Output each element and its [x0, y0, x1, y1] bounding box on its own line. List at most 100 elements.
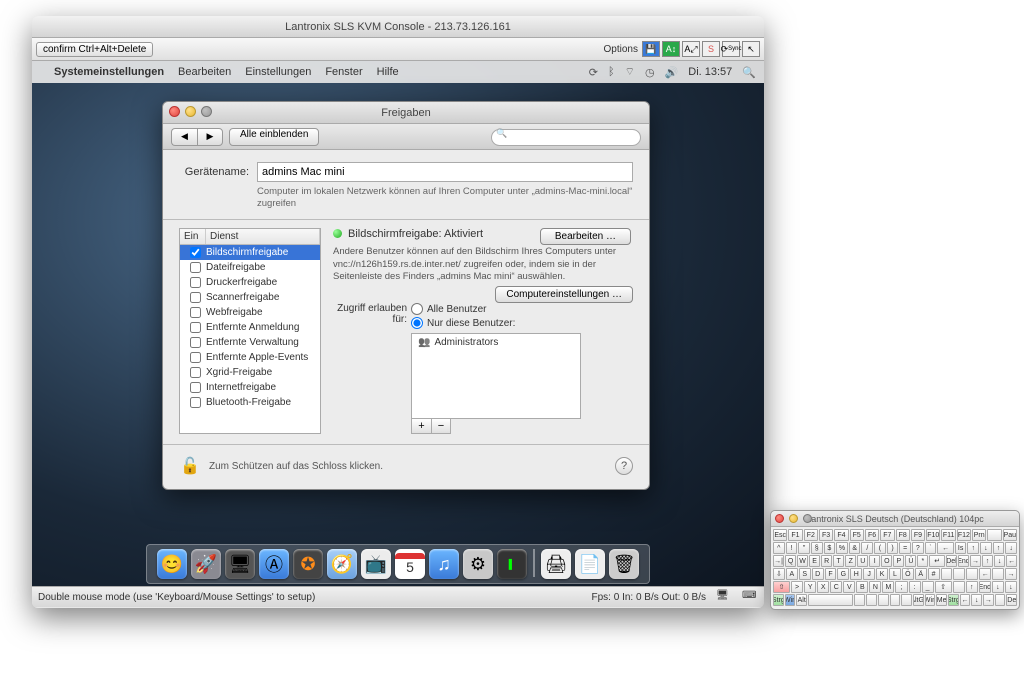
dock-mission-control[interactable]: 🖥	[225, 549, 255, 579]
key[interactable]: ^	[773, 542, 785, 554]
key[interactable]: ←	[979, 568, 991, 580]
key[interactable]: F11	[941, 529, 955, 541]
service-row[interactable]: Scannerfreigabe	[180, 290, 320, 305]
radio-all-users[interactable]	[411, 303, 423, 315]
service-row[interactable]: Bildschirmfreigabe	[180, 245, 320, 260]
key[interactable]: ;	[895, 581, 907, 593]
key[interactable]	[966, 568, 978, 580]
key[interactable]: N	[869, 581, 881, 593]
key[interactable]: →	[970, 555, 981, 567]
zoom-icon[interactable]	[803, 514, 812, 523]
dock-appstore[interactable]: Ⓐ	[259, 549, 289, 579]
dock-finder[interactable]: 😊	[157, 549, 187, 579]
key[interactable]: F10	[926, 529, 940, 541]
show-all-button[interactable]: Alle einblenden	[229, 128, 319, 146]
minimize-icon[interactable]	[185, 106, 196, 117]
key[interactable]: B	[856, 581, 868, 593]
dock-trash[interactable]: 🗑	[609, 549, 639, 579]
dock-printers[interactable]: 🖨	[541, 549, 571, 579]
key[interactable]: ↓	[994, 555, 1005, 567]
key[interactable]: _	[922, 581, 934, 593]
volume-icon[interactable]: 🔊	[665, 66, 679, 79]
key[interactable]: =	[899, 542, 911, 554]
device-icon[interactable]: A↕	[662, 41, 680, 57]
confirm-cad-button[interactable]: confirm Ctrl+Alt+Delete	[36, 42, 153, 57]
key[interactable]: ⇧	[773, 581, 790, 593]
key[interactable]: →	[1005, 568, 1017, 580]
key[interactable]: Q	[785, 555, 796, 567]
key[interactable]: Alt	[796, 594, 807, 606]
service-row[interactable]: Internetfreigabe	[180, 380, 320, 395]
edit-button[interactable]: Bearbeiten …	[540, 228, 631, 245]
help-button[interactable]: ?	[615, 457, 633, 475]
key[interactable]: F3	[819, 529, 833, 541]
key[interactable]: (	[874, 542, 886, 554]
add-user-button[interactable]: +	[411, 418, 431, 434]
service-checkbox[interactable]	[190, 367, 201, 378]
key[interactable]: →	[983, 594, 994, 606]
key[interactable]	[901, 594, 912, 606]
key[interactable]: S	[799, 568, 811, 580]
key[interactable]: V	[843, 581, 855, 593]
key[interactable]: $	[824, 542, 836, 554]
service-checkbox[interactable]	[190, 247, 201, 258]
timemachine-icon[interactable]: ◷	[645, 66, 655, 79]
service-checkbox[interactable]	[190, 307, 201, 318]
radio-these-users[interactable]	[411, 317, 423, 329]
close-icon[interactable]	[775, 514, 784, 523]
key[interactable]: →|	[773, 555, 784, 567]
resync-icon[interactable]: ⟳Sync	[722, 41, 740, 57]
key[interactable]	[953, 581, 965, 593]
key[interactable]: F8	[896, 529, 910, 541]
key[interactable]	[987, 529, 1001, 541]
key[interactable]: "	[798, 542, 810, 554]
key[interactable]: *	[917, 555, 928, 567]
key[interactable]	[878, 594, 889, 606]
lock-icon[interactable]: 🔓	[179, 455, 201, 477]
key[interactable]: U	[857, 555, 868, 567]
dock-terminal[interactable]: ▌	[497, 549, 527, 579]
users-list[interactable]: Administrators	[411, 333, 581, 419]
key[interactable]: L	[889, 568, 901, 580]
menubar-app[interactable]: Systemeinstellungen	[54, 66, 164, 78]
forward-button[interactable]: ▶	[197, 128, 223, 146]
key[interactable]: X	[817, 581, 829, 593]
key[interactable]: De	[1006, 594, 1017, 606]
key[interactable]: ↵	[929, 555, 945, 567]
key[interactable]: F2	[804, 529, 818, 541]
dock-itunes[interactable]: ♫	[429, 549, 459, 579]
monitor-icon[interactable]: 🖥	[716, 590, 732, 604]
device-name-input[interactable]	[257, 162, 633, 182]
key[interactable]: W	[797, 555, 808, 567]
key[interactable]: AltGr	[913, 594, 924, 606]
service-checkbox[interactable]	[190, 382, 201, 393]
key[interactable]: A	[786, 568, 798, 580]
key[interactable]: §	[811, 542, 823, 554]
key[interactable]: ←	[960, 594, 971, 606]
menubar-item[interactable]: Einstellungen	[245, 66, 311, 78]
key[interactable]: %	[836, 542, 848, 554]
user-row[interactable]: Administrators	[412, 334, 580, 351]
key[interactable]: Esc	[773, 529, 787, 541]
key[interactable]	[941, 568, 953, 580]
key[interactable]: `	[925, 542, 937, 554]
dock-dashboard[interactable]: ✪	[293, 549, 323, 579]
service-row[interactable]: Entfernte Apple-Events	[180, 350, 320, 365]
service-row[interactable]: Xgrid-Freigabe	[180, 365, 320, 380]
key[interactable]: ?	[912, 542, 924, 554]
key[interactable]: Del	[946, 555, 957, 567]
key[interactable]: Y	[804, 581, 816, 593]
key[interactable]: Prn	[972, 529, 986, 541]
key[interactable]: F12	[957, 529, 971, 541]
key[interactable]: Me	[936, 594, 947, 606]
key[interactable]	[995, 594, 1006, 606]
key[interactable]: F7	[880, 529, 894, 541]
key[interactable]: ↓	[992, 581, 1004, 593]
key[interactable]: T	[833, 555, 844, 567]
key[interactable]	[854, 594, 865, 606]
key[interactable]: !	[786, 542, 798, 554]
service-checkbox[interactable]	[190, 262, 201, 273]
key[interactable]: ⇩	[773, 568, 785, 580]
key[interactable]: F	[825, 568, 837, 580]
key[interactable]: ←	[1006, 555, 1017, 567]
